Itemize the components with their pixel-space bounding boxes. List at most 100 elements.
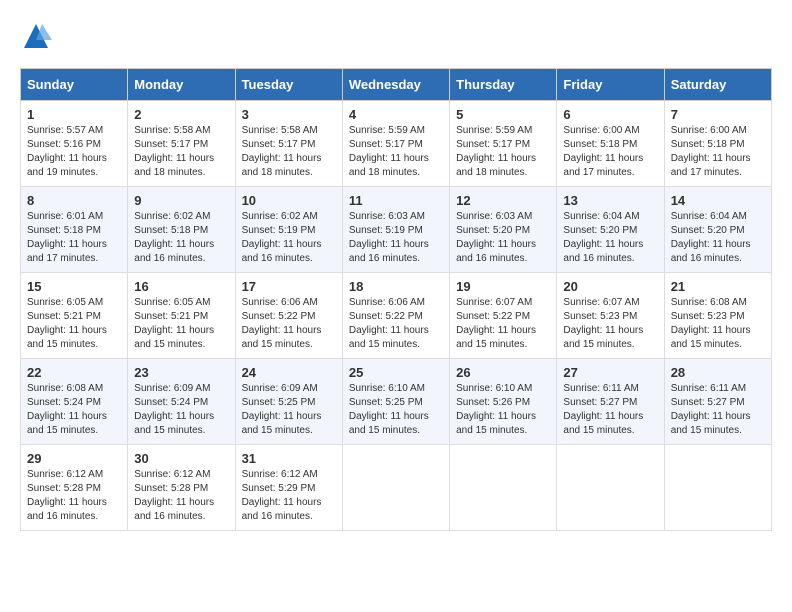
cell-details: Sunrise: 6:04 AM Sunset: 5:20 PM Dayligh… <box>563 210 657 266</box>
cell-details: Sunrise: 6:02 AM Sunset: 5:18 PM Dayligh… <box>134 210 228 266</box>
calendar-cell: 5 Sunrise: 5:59 AM Sunset: 5:17 PM Daylig… <box>450 101 557 187</box>
cell-details: Sunrise: 6:10 AM Sunset: 5:25 PM Dayligh… <box>349 382 443 438</box>
calendar-cell: 20 Sunrise: 6:07 AM Sunset: 5:23 PM Dayli… <box>557 273 664 359</box>
calendar-cell: 4 Sunrise: 5:59 AM Sunset: 5:17 PM Daylig… <box>342 101 449 187</box>
day-number: 1 <box>27 107 121 122</box>
day-header-wednesday: Wednesday <box>342 69 449 101</box>
day-header-tuesday: Tuesday <box>235 69 342 101</box>
day-number: 9 <box>134 193 228 208</box>
week-row-5: 29 Sunrise: 6:12 AM Sunset: 5:28 PM Dayli… <box>21 445 772 531</box>
cell-details: Sunrise: 6:07 AM Sunset: 5:23 PM Dayligh… <box>563 296 657 352</box>
day-number: 3 <box>242 107 336 122</box>
calendar-cell: 14 Sunrise: 6:04 AM Sunset: 5:20 PM Dayli… <box>664 187 771 273</box>
day-number: 7 <box>671 107 765 122</box>
cell-details: Sunrise: 6:06 AM Sunset: 5:22 PM Dayligh… <box>242 296 336 352</box>
calendar-cell <box>664 445 771 531</box>
calendar-cell: 15 Sunrise: 6:05 AM Sunset: 5:21 PM Dayli… <box>21 273 128 359</box>
day-number: 5 <box>456 107 550 122</box>
day-number: 13 <box>563 193 657 208</box>
week-row-4: 22 Sunrise: 6:08 AM Sunset: 5:24 PM Dayli… <box>21 359 772 445</box>
day-number: 2 <box>134 107 228 122</box>
day-number: 4 <box>349 107 443 122</box>
day-number: 18 <box>349 279 443 294</box>
day-number: 31 <box>242 451 336 466</box>
day-number: 12 <box>456 193 550 208</box>
cell-details: Sunrise: 5:59 AM Sunset: 5:17 PM Dayligh… <box>349 124 443 180</box>
cell-details: Sunrise: 6:07 AM Sunset: 5:22 PM Dayligh… <box>456 296 550 352</box>
day-number: 14 <box>671 193 765 208</box>
day-number: 25 <box>349 365 443 380</box>
day-number: 27 <box>563 365 657 380</box>
calendar-cell: 19 Sunrise: 6:07 AM Sunset: 5:22 PM Dayli… <box>450 273 557 359</box>
calendar-cell: 27Sunrise: 6:11 AM Sunset: 5:27 PM Dayli… <box>557 359 664 445</box>
day-header-monday: Monday <box>128 69 235 101</box>
day-number: 26 <box>456 365 550 380</box>
calendar-cell: 2 Sunrise: 5:58 AM Sunset: 5:17 PM Daylig… <box>128 101 235 187</box>
calendar-cell: 3 Sunrise: 5:58 AM Sunset: 5:17 PM Daylig… <box>235 101 342 187</box>
calendar-cell: 25 Sunrise: 6:10 AM Sunset: 5:25 PM Dayli… <box>342 359 449 445</box>
day-number: 30 <box>134 451 228 466</box>
week-row-1: 1 Sunrise: 5:57 AM Sunset: 5:16 PM Daylig… <box>21 101 772 187</box>
cell-details: Sunrise: 6:08 AM Sunset: 5:24 PM Dayligh… <box>27 382 121 438</box>
cell-details: Sunrise: 6:02 AM Sunset: 5:19 PM Dayligh… <box>242 210 336 266</box>
day-number: 6 <box>563 107 657 122</box>
calendar-cell: 16 Sunrise: 6:05 AM Sunset: 5:21 PM Dayli… <box>128 273 235 359</box>
cell-details: Sunrise: 6:04 AM Sunset: 5:20 PM Dayligh… <box>671 210 765 266</box>
calendar-cell: 28 Sunrise: 6:11 AM Sunset: 5:27 PM Dayli… <box>664 359 771 445</box>
day-number: 11 <box>349 193 443 208</box>
calendar-cell: 7Sunrise: 6:00 AM Sunset: 5:18 PM Daylig… <box>664 101 771 187</box>
cell-details: Sunrise: 5:58 AM Sunset: 5:17 PM Dayligh… <box>134 124 228 180</box>
day-number: 16 <box>134 279 228 294</box>
cell-details: Sunrise: 6:09 AM Sunset: 5:24 PM Dayligh… <box>134 382 228 438</box>
calendar-cell: 18Sunrise: 6:06 AM Sunset: 5:22 PM Dayli… <box>342 273 449 359</box>
cell-details: Sunrise: 5:59 AM Sunset: 5:17 PM Dayligh… <box>456 124 550 180</box>
cell-details: Sunrise: 6:12 AM Sunset: 5:28 PM Dayligh… <box>27 468 121 524</box>
cell-details: Sunrise: 6:05 AM Sunset: 5:21 PM Dayligh… <box>27 296 121 352</box>
calendar-cell <box>342 445 449 531</box>
day-header-friday: Friday <box>557 69 664 101</box>
day-number: 24 <box>242 365 336 380</box>
cell-details: Sunrise: 6:05 AM Sunset: 5:21 PM Dayligh… <box>134 296 228 352</box>
day-header-sunday: Sunday <box>21 69 128 101</box>
calendar-cell: 22 Sunrise: 6:08 AM Sunset: 5:24 PM Dayli… <box>21 359 128 445</box>
calendar-cell: 10 Sunrise: 6:02 AM Sunset: 5:19 PM Dayli… <box>235 187 342 273</box>
day-number: 19 <box>456 279 550 294</box>
calendar-table: SundayMondayTuesdayWednesdayThursdayFrid… <box>20 68 772 531</box>
cell-details: Sunrise: 6:12 AM Sunset: 5:29 PM Dayligh… <box>242 468 336 524</box>
calendar-cell <box>450 445 557 531</box>
week-row-3: 15 Sunrise: 6:05 AM Sunset: 5:21 PM Dayli… <box>21 273 772 359</box>
day-number: 17 <box>242 279 336 294</box>
day-number: 10 <box>242 193 336 208</box>
calendar-cell: 26Sunrise: 6:10 AM Sunset: 5:26 PM Dayli… <box>450 359 557 445</box>
day-number: 8 <box>27 193 121 208</box>
day-header-saturday: Saturday <box>664 69 771 101</box>
logo <box>20 20 56 52</box>
cell-details: Sunrise: 6:11 AM Sunset: 5:27 PM Dayligh… <box>671 382 765 438</box>
calendar-cell: 6Sunrise: 6:00 AM Sunset: 5:18 PM Daylig… <box>557 101 664 187</box>
day-number: 20 <box>563 279 657 294</box>
day-header-thursday: Thursday <box>450 69 557 101</box>
cell-details: Sunrise: 6:12 AM Sunset: 5:28 PM Dayligh… <box>134 468 228 524</box>
calendar-cell <box>557 445 664 531</box>
calendar-cell: 9 Sunrise: 6:02 AM Sunset: 5:18 PM Daylig… <box>128 187 235 273</box>
day-number: 23 <box>134 365 228 380</box>
day-number: 29 <box>27 451 121 466</box>
cell-details: Sunrise: 6:09 AM Sunset: 5:25 PM Dayligh… <box>242 382 336 438</box>
cell-details: Sunrise: 5:57 AM Sunset: 5:16 PM Dayligh… <box>27 124 121 180</box>
week-row-2: 8 Sunrise: 6:01 AM Sunset: 5:18 PM Daylig… <box>21 187 772 273</box>
calendar-cell: 29 Sunrise: 6:12 AM Sunset: 5:28 PM Dayli… <box>21 445 128 531</box>
cell-details: Sunrise: 6:08 AM Sunset: 5:23 PM Dayligh… <box>671 296 765 352</box>
day-number: 22 <box>27 365 121 380</box>
calendar-cell: 11 Sunrise: 6:03 AM Sunset: 5:19 PM Dayli… <box>342 187 449 273</box>
cell-details: Sunrise: 6:03 AM Sunset: 5:19 PM Dayligh… <box>349 210 443 266</box>
header <box>20 20 772 52</box>
day-number: 28 <box>671 365 765 380</box>
day-headers-row: SundayMondayTuesdayWednesdayThursdayFrid… <box>21 69 772 101</box>
calendar-cell: 17 Sunrise: 6:06 AM Sunset: 5:22 PM Dayli… <box>235 273 342 359</box>
cell-details: Sunrise: 5:58 AM Sunset: 5:17 PM Dayligh… <box>242 124 336 180</box>
cell-details: Sunrise: 6:03 AM Sunset: 5:20 PM Dayligh… <box>456 210 550 266</box>
calendar-cell: 21 Sunrise: 6:08 AM Sunset: 5:23 PM Dayli… <box>664 273 771 359</box>
cell-details: Sunrise: 6:01 AM Sunset: 5:18 PM Dayligh… <box>27 210 121 266</box>
day-number: 21 <box>671 279 765 294</box>
day-number: 15 <box>27 279 121 294</box>
